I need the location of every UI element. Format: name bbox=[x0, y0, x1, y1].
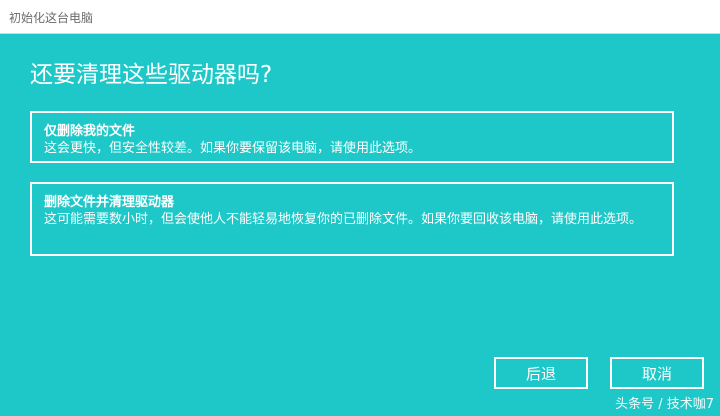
back-button[interactable]: 后退 bbox=[494, 357, 588, 389]
option-description: 这可能需要数小时，但会使他人不能轻易地恢复你的已删除文件。如果你要回收该电脑，请… bbox=[44, 212, 643, 227]
option-title: 仅删除我的文件 bbox=[44, 124, 136, 139]
title-bar[interactable]: 初始化这台电脑 bbox=[0, 0, 720, 34]
option-title: 删除文件并清理驱动器 bbox=[44, 195, 175, 210]
option-remove-files-only[interactable]: 仅删除我的文件 这会更快，但安全性较差。如果你要保留该电脑，请使用此选项。 bbox=[30, 111, 674, 163]
cancel-button[interactable]: 取消 bbox=[610, 357, 704, 389]
option-description: 这会更快，但安全性较差。如果你要保留该电脑，请使用此选项。 bbox=[44, 141, 422, 156]
window-title: 初始化这台电脑 bbox=[9, 11, 94, 25]
page-heading: 还要清理这些驱动器吗? bbox=[30, 62, 273, 88]
option-remove-files-and-clean-drive[interactable]: 删除文件并清理驱动器 这可能需要数小时，但会使他人不能轻易地恢复你的已删除文件。… bbox=[30, 182, 674, 256]
reset-pc-window: 初始化这台电脑 还要清理这些驱动器吗? 仅删除我的文件 这会更快，但安全性较差。… bbox=[0, 0, 720, 416]
watermark: 头条号 / 技术咖7 bbox=[615, 397, 714, 412]
